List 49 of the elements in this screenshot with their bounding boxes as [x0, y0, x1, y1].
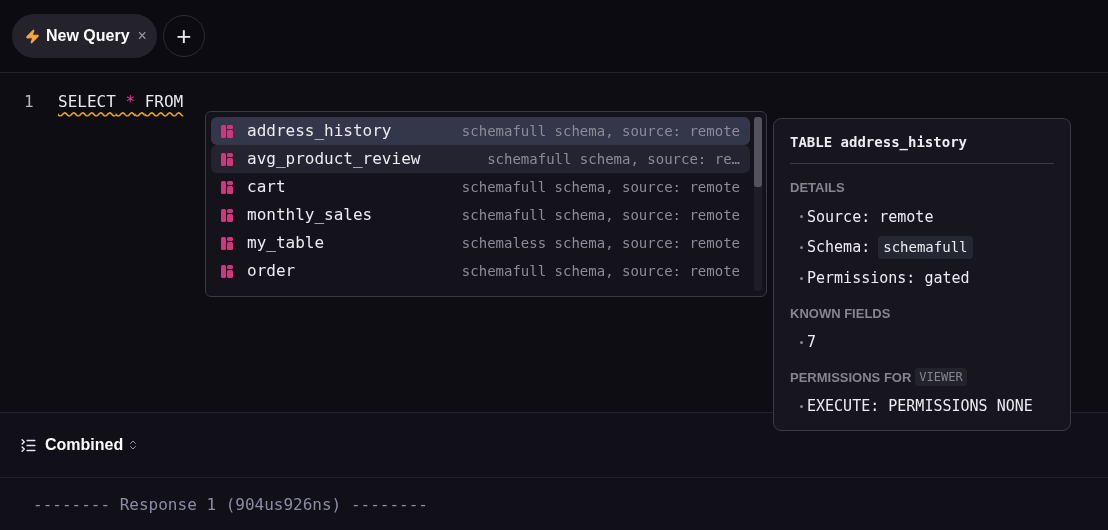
bullet-icon [800, 404, 803, 408]
close-tab-button[interactable]: × [137, 24, 147, 48]
completion-name: avg_product_review [247, 148, 421, 170]
table-icon [221, 208, 233, 222]
list-icon [20, 436, 37, 454]
completion-detail: schemafull schema, source: remote [460, 205, 740, 225]
completion-item[interactable]: avg_product_review schemafull schema, source: re… [211, 145, 750, 173]
completion-item[interactable]: my_table schemaless schema, source: remote [211, 229, 750, 257]
completion-detail: schemaless schema, source: remote [460, 233, 740, 253]
bullet-icon [800, 340, 803, 344]
bullet-icon [800, 276, 803, 280]
detail-text: Permissions: gated [807, 268, 970, 289]
bullet-icon [800, 215, 803, 219]
section-heading: KNOWN FIELDS [790, 304, 891, 323]
completion-item[interactable]: cart schemafull schema, source: remote [211, 173, 750, 201]
table-icon [221, 180, 233, 194]
mode-selector[interactable]: Combined [45, 433, 140, 457]
table-icon [221, 236, 233, 250]
tab-label: New Query [46, 26, 130, 46]
completion-name: cart [247, 176, 286, 198]
completion-detail: schemafull schema, source: remote [460, 177, 740, 197]
detail-text: Source: remote [807, 206, 934, 228]
detail-text: 7 [807, 332, 817, 353]
section-heading: DETAILS [790, 179, 845, 197]
completion-item[interactable]: address_history schemafull schema, source: remote [211, 117, 750, 145]
completion-item[interactable]: order schemafull schema, source: remote [211, 257, 750, 285]
completion-item[interactable]: monthly_sales schemafull schema, source: remote [211, 201, 750, 229]
completion-detail: schemafull schema, source: re… [486, 149, 740, 169]
detail-text: EXECUTE: PERMISSIONS NONE [807, 396, 1033, 417]
panel-title: TABLE address_history [790, 132, 1054, 164]
table-icon [221, 124, 233, 138]
table-icon [221, 264, 233, 278]
response-output: -------- Response 1 (904us926ns) -------- [33, 495, 428, 514]
line-number: 1 [24, 91, 35, 113]
section-heading: PERMISSIONS FOR [790, 368, 912, 387]
detail-text: Schema: [807, 237, 871, 259]
completion-name: monthly_sales [247, 204, 373, 226]
schema-chip: schemafull [878, 236, 973, 259]
table-icon [221, 152, 233, 166]
completion-name: address_history [247, 120, 392, 142]
completion-name: order [247, 260, 296, 282]
completion-detail: schemafull schema, source: remote [460, 261, 740, 281]
lightning-icon [25, 28, 40, 44]
query-tab[interactable]: New Query × [12, 14, 157, 58]
completion-name: my_table [247, 232, 325, 254]
bullet-icon [800, 246, 803, 249]
code-line: SELECT * FROM [58, 91, 184, 113]
role-chip: VIEWER [915, 368, 967, 387]
completion-detail: schemafull schema, source: remote [460, 121, 740, 141]
